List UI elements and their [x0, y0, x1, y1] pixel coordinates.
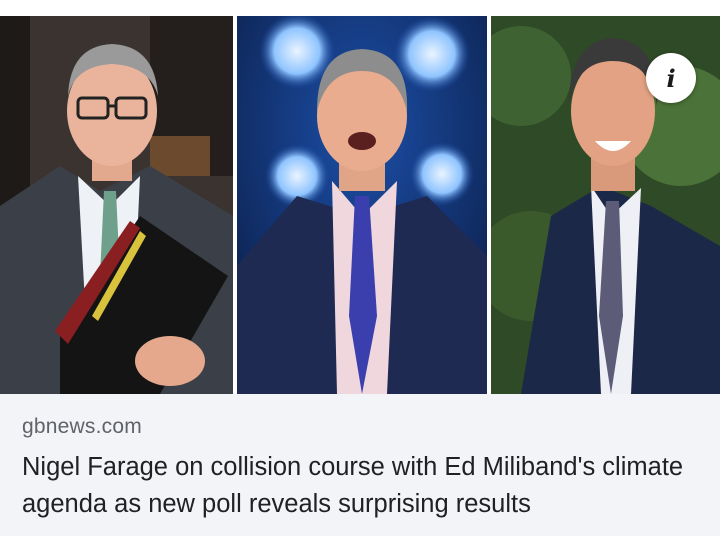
article-meta[interactable]: gbnews.com Nigel Farage on collision cou… [0, 394, 720, 536]
article-source: gbnews.com [22, 415, 142, 438]
photo-center [237, 16, 487, 394]
news-card[interactable]: i gbnews.com Nigel Farage on collision c… [0, 0, 720, 555]
photo-left [0, 16, 233, 394]
article-image-collage[interactable]: i [0, 16, 720, 394]
article-headline[interactable]: Nigel Farage on collision course with Ed… [22, 449, 702, 523]
info-icon: i [666, 63, 676, 93]
info-button[interactable]: i [646, 53, 696, 103]
